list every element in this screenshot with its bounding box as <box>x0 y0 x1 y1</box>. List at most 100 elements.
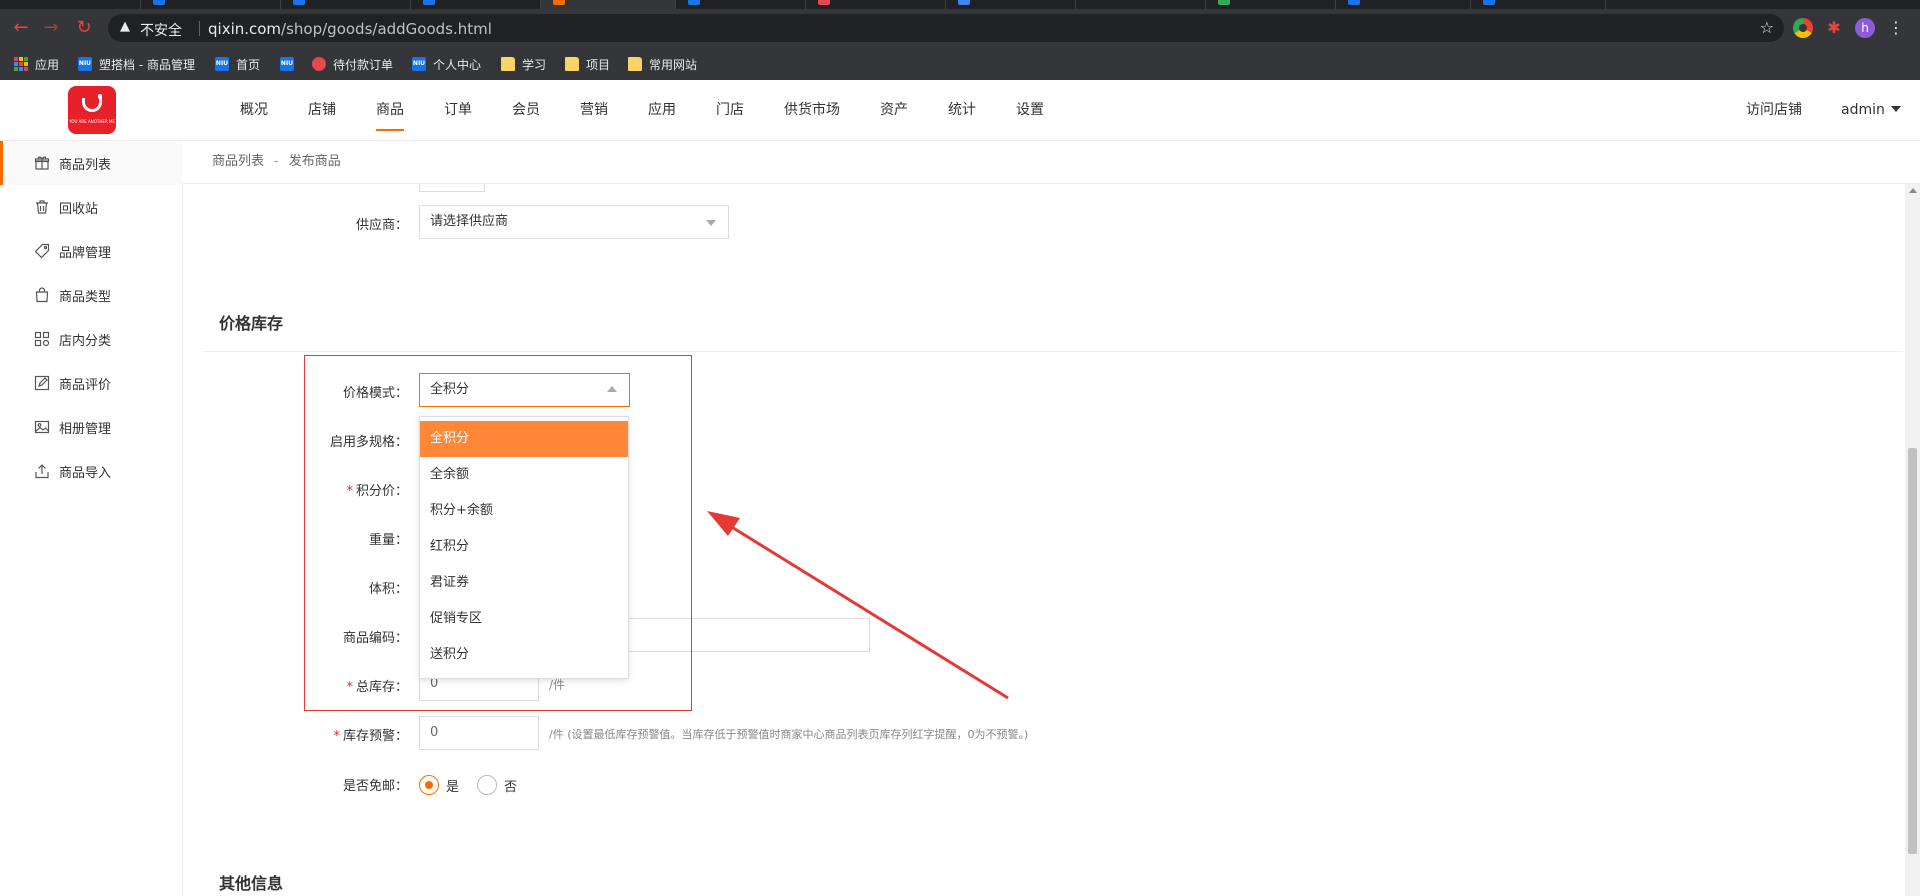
price-mode-option[interactable]: 送积分 <box>420 637 628 673</box>
reload-icon[interactable]: ↻ <box>73 17 95 39</box>
breadcrumb-separator: - <box>274 154 279 169</box>
bookmark-label: 待付款订单 <box>333 57 394 72</box>
nav-outlets[interactable]: 门店 <box>716 80 744 140</box>
folder-icon <box>501 57 515 71</box>
radio-unchecked-icon <box>477 775 497 795</box>
browser-tab[interactable] <box>140 0 280 9</box>
chrome-extension-icon[interactable] <box>1793 18 1813 38</box>
bookmark-label: 项目 <box>586 57 611 72</box>
radio-checked-icon <box>419 775 439 795</box>
nav-settings[interactable]: 设置 <box>1016 80 1044 140</box>
sidebar-item-label: 回收站 <box>59 201 99 217</box>
stock-warning-input[interactable]: 0 <box>419 716 539 750</box>
bookmark-item[interactable]: NIU 个人中心 <box>412 55 481 73</box>
price-mode-select[interactable]: 全积分 <box>419 373 630 407</box>
supplier-row: 供应商： 请选择供应商 <box>183 205 1083 241</box>
price-mode-option[interactable]: 促销专区 <box>420 601 628 637</box>
browser-tab[interactable] <box>945 0 1075 9</box>
breadcrumb-parent[interactable]: 商品列表 <box>212 154 264 169</box>
bookmark-item[interactable]: 待付款订单 <box>312 55 393 73</box>
supplier-select[interactable]: 请选择供应商 <box>419 205 729 239</box>
price-mode-option[interactable]: 积分+余额 <box>420 493 628 529</box>
more-menu-icon[interactable]: ⋮ <box>1885 17 1907 39</box>
points-price-label: * 积分价： <box>183 480 408 499</box>
url-text[interactable]: qixin.com/shop/goods/addGoods.html <box>208 20 492 38</box>
sidebar-item-store-categories[interactable]: 店内分类 <box>0 317 183 361</box>
bookmark-item[interactable]: NIU <box>280 55 301 73</box>
bookmark-label: 首页 <box>236 57 261 72</box>
bookmark-folder[interactable]: 常用网站 <box>628 55 697 73</box>
page-scrollbar[interactable] <box>1905 184 1920 896</box>
bookmark-folder[interactable]: 学习 <box>501 55 546 73</box>
apps-grid-icon <box>14 57 28 71</box>
price-mode-option[interactable]: 君证券 <box>420 565 628 601</box>
sidebar-item-albums[interactable]: 相册管理 <box>0 405 183 449</box>
bookmark-star-icon[interactable]: ☆ <box>1760 18 1774 37</box>
nav-store[interactable]: 店铺 <box>308 80 336 140</box>
browser-tab[interactable] <box>1335 0 1470 9</box>
browser-tab[interactable] <box>675 0 805 9</box>
address-bar[interactable]: ▲ 不安全 qixin.com/shop/goods/addGoods.html… <box>108 14 1784 42</box>
sidebar-item-goods-types[interactable]: 商品类型 <box>0 273 183 317</box>
breadcrumb: 商品列表 - 发布商品 <box>183 141 1920 184</box>
nav-marketing[interactable]: 营销 <box>580 80 608 140</box>
bookmark-item[interactable]: NIU 塑搭档 - 商品管理 <box>78 55 195 73</box>
bookmark-label: 个人中心 <box>433 57 482 72</box>
free-shipping-yes-radio[interactable]: 是 <box>419 775 459 795</box>
nav-overview[interactable]: 概况 <box>240 80 268 140</box>
sidebar-item-import[interactable]: 商品导入 <box>0 449 183 493</box>
logo-tagline: YOU ARE ANOTHER ME <box>69 119 115 124</box>
sidebar-item-label: 商品评价 <box>59 377 112 393</box>
app-header: YOU ARE ANOTHER ME 概况 店铺 商品 订单 会员 营销 应用 … <box>0 80 1920 141</box>
nav-apps[interactable]: 应用 <box>648 80 676 140</box>
nav-assets[interactable]: 资产 <box>880 80 908 140</box>
total-stock-row: * 总库存： 0 /件 <box>183 667 1083 703</box>
user-menu[interactable]: admin <box>1841 80 1901 140</box>
price-mode-option[interactable]: 红积分 <box>420 529 628 565</box>
browser-tab-active[interactable] <box>540 0 675 9</box>
browser-tab[interactable] <box>410 0 540 9</box>
scrollbar-thumb[interactable] <box>1908 448 1917 854</box>
sidebar-item-goods-list[interactable]: 商品列表 <box>0 141 183 185</box>
shop-logo[interactable]: YOU ARE ANOTHER ME <box>68 86 116 134</box>
bookmark-item[interactable]: NIU 首页 <box>215 55 260 73</box>
nav-supply-market[interactable]: 供货市场 <box>784 80 840 140</box>
browser-tab[interactable] <box>1075 0 1205 9</box>
back-icon[interactable]: ← <box>10 17 32 39</box>
visit-store-link[interactable]: 访问店铺 <box>1746 80 1802 140</box>
browser-tab[interactable] <box>1605 0 1740 9</box>
price-mode-option[interactable]: 全余额 <box>420 457 628 493</box>
nav-members[interactable]: 会员 <box>512 80 540 140</box>
puzzle-extension-icon[interactable]: ✱ <box>1824 18 1844 38</box>
price-mode-label: 价格模式： <box>342 386 408 401</box>
browser-tab[interactable] <box>1205 0 1335 9</box>
free-shipping-label: 是否免邮： <box>342 779 408 794</box>
form-content: 供应商： 请选择供应商 价格库存 价格模式： 全积分 启用多规格： * 积分价： … <box>183 184 1905 896</box>
scroll-up-icon[interactable] <box>1909 188 1917 193</box>
total-stock-label: * 总库存： <box>183 676 408 695</box>
price-mode-row: 价格模式： 全积分 <box>183 373 1083 409</box>
forward-icon[interactable]: → <box>40 17 62 39</box>
partial-input[interactable] <box>419 184 485 192</box>
browser-tab[interactable] <box>805 0 945 9</box>
profile-avatar[interactable]: h <box>1855 18 1875 38</box>
browser-tab[interactable] <box>280 0 410 9</box>
price-mode-option[interactable]: 全积分 <box>420 421 628 457</box>
sidebar-item-label: 相册管理 <box>59 421 112 437</box>
nav-statistics[interactable]: 统计 <box>948 80 976 140</box>
sidebar-item-recycle-bin[interactable]: 回收站 <box>0 185 183 229</box>
browser-tab[interactable] <box>1470 0 1605 9</box>
section-title-price-stock: 价格库存 <box>219 314 284 333</box>
sidebar-item-brands[interactable]: 品牌管理 <box>0 229 183 273</box>
edit-icon <box>34 375 50 391</box>
stock-warning-row: * 库存预警： 0 /件 (设置最低库存预警值。当库存低于预警值时商家中心商品列表… <box>183 716 1083 752</box>
bookmark-folder[interactable]: 项目 <box>565 55 610 73</box>
url-path: /shop/goods/addGoods.html <box>281 20 492 38</box>
volume-row: 体积： <box>183 569 1083 605</box>
nav-goods[interactable]: 商品 <box>376 80 404 140</box>
folder-icon <box>628 57 642 71</box>
free-shipping-no-radio[interactable]: 否 <box>477 775 517 795</box>
nav-orders[interactable]: 订单 <box>444 80 472 140</box>
sidebar-item-reviews[interactable]: 商品评价 <box>0 361 183 405</box>
bookmark-apps[interactable]: 应用 <box>14 55 59 73</box>
